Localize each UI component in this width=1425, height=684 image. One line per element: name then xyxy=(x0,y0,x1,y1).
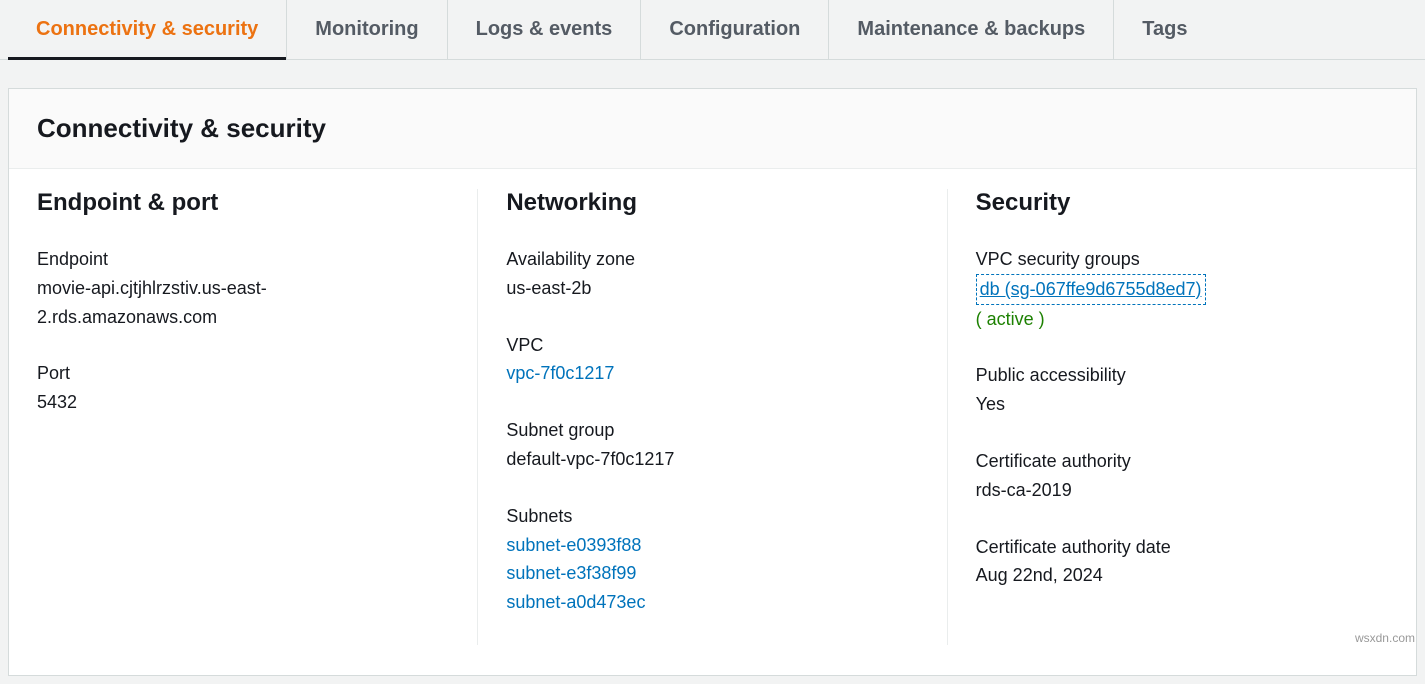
tab-configuration[interactable]: Configuration xyxy=(641,0,829,59)
security-group-link-text: db (sg-067ffe9d6755d8ed7) xyxy=(980,279,1202,299)
tab-maintenance-backups[interactable]: Maintenance & backups xyxy=(829,0,1114,59)
subnets-field: Subnets subnet-e0393f88 subnet-e3f38f99 … xyxy=(506,502,918,617)
subnet-group-value: default-vpc-7f0c1217 xyxy=(506,445,826,474)
endpoint-port-column: Endpoint & port Endpoint movie-api.cjtjh… xyxy=(9,189,477,645)
certificate-authority-date-field: Certificate authority date Aug 22nd, 202… xyxy=(976,533,1388,591)
security-group-status: ( active ) xyxy=(976,305,1388,334)
certificate-authority-date-label: Certificate authority date xyxy=(976,533,1388,562)
tab-monitoring[interactable]: Monitoring xyxy=(287,0,447,59)
connectivity-security-panel: Connectivity & security Endpoint & port … xyxy=(8,88,1417,676)
security-group-link[interactable]: db (sg-067ffe9d6755d8ed7) xyxy=(976,274,1206,305)
endpoint-label: Endpoint xyxy=(37,245,449,274)
subnets-label: Subnets xyxy=(506,502,918,531)
certificate-authority-field: Certificate authority rds-ca-2019 xyxy=(976,447,1388,505)
vpc-security-groups-field: VPC security groups db (sg-067ffe9d6755d… xyxy=(976,245,1388,333)
panel-header: Connectivity & security xyxy=(9,89,1416,169)
certificate-authority-value: rds-ca-2019 xyxy=(976,476,1296,505)
public-accessibility-field: Public accessibility Yes xyxy=(976,361,1388,419)
tabs-bar: Connectivity & security Monitoring Logs … xyxy=(0,0,1425,60)
public-accessibility-value: Yes xyxy=(976,390,1296,419)
port-value: 5432 xyxy=(37,388,357,417)
public-accessibility-label: Public accessibility xyxy=(976,361,1388,390)
subnet-group-label: Subnet group xyxy=(506,416,918,445)
availability-zone-field: Availability zone us-east-2b xyxy=(506,245,918,303)
tab-connectivity-security[interactable]: Connectivity & security xyxy=(8,0,287,59)
tab-tags[interactable]: Tags xyxy=(1114,0,1215,59)
endpoint-field: Endpoint movie-api.cjtjhlrzstiv.us-east-… xyxy=(37,245,449,331)
watermark: wsxdn.com xyxy=(1355,631,1415,645)
panel-body: Endpoint & port Endpoint movie-api.cjtjh… xyxy=(9,169,1416,675)
endpoint-value: movie-api.cjtjhlrzstiv.us-east-2.rds.ama… xyxy=(37,274,357,332)
networking-title: Networking xyxy=(506,189,918,217)
security-column: Security VPC security groups db (sg-067f… xyxy=(947,189,1416,645)
port-field: Port 5432 xyxy=(37,359,449,417)
vpc-security-groups-label: VPC security groups xyxy=(976,245,1388,274)
tab-logs-events[interactable]: Logs & events xyxy=(448,0,642,59)
vpc-label: VPC xyxy=(506,331,918,360)
panel-title: Connectivity & security xyxy=(37,113,1388,144)
availability-zone-label: Availability zone xyxy=(506,245,918,274)
vpc-link[interactable]: vpc-7f0c1217 xyxy=(506,359,918,388)
port-label: Port xyxy=(37,359,449,388)
subnet-link-2[interactable]: subnet-a0d473ec xyxy=(506,588,918,617)
subnet-link-0[interactable]: subnet-e0393f88 xyxy=(506,531,918,560)
endpoint-port-title: Endpoint & port xyxy=(37,189,449,217)
subnet-link-1[interactable]: subnet-e3f38f99 xyxy=(506,559,918,588)
vpc-field: VPC vpc-7f0c1217 xyxy=(506,331,918,389)
subnet-group-field: Subnet group default-vpc-7f0c1217 xyxy=(506,416,918,474)
security-title: Security xyxy=(976,189,1388,217)
availability-zone-value: us-east-2b xyxy=(506,274,826,303)
certificate-authority-label: Certificate authority xyxy=(976,447,1388,476)
certificate-authority-date-value: Aug 22nd, 2024 xyxy=(976,561,1296,590)
networking-column: Networking Availability zone us-east-2b … xyxy=(477,189,946,645)
